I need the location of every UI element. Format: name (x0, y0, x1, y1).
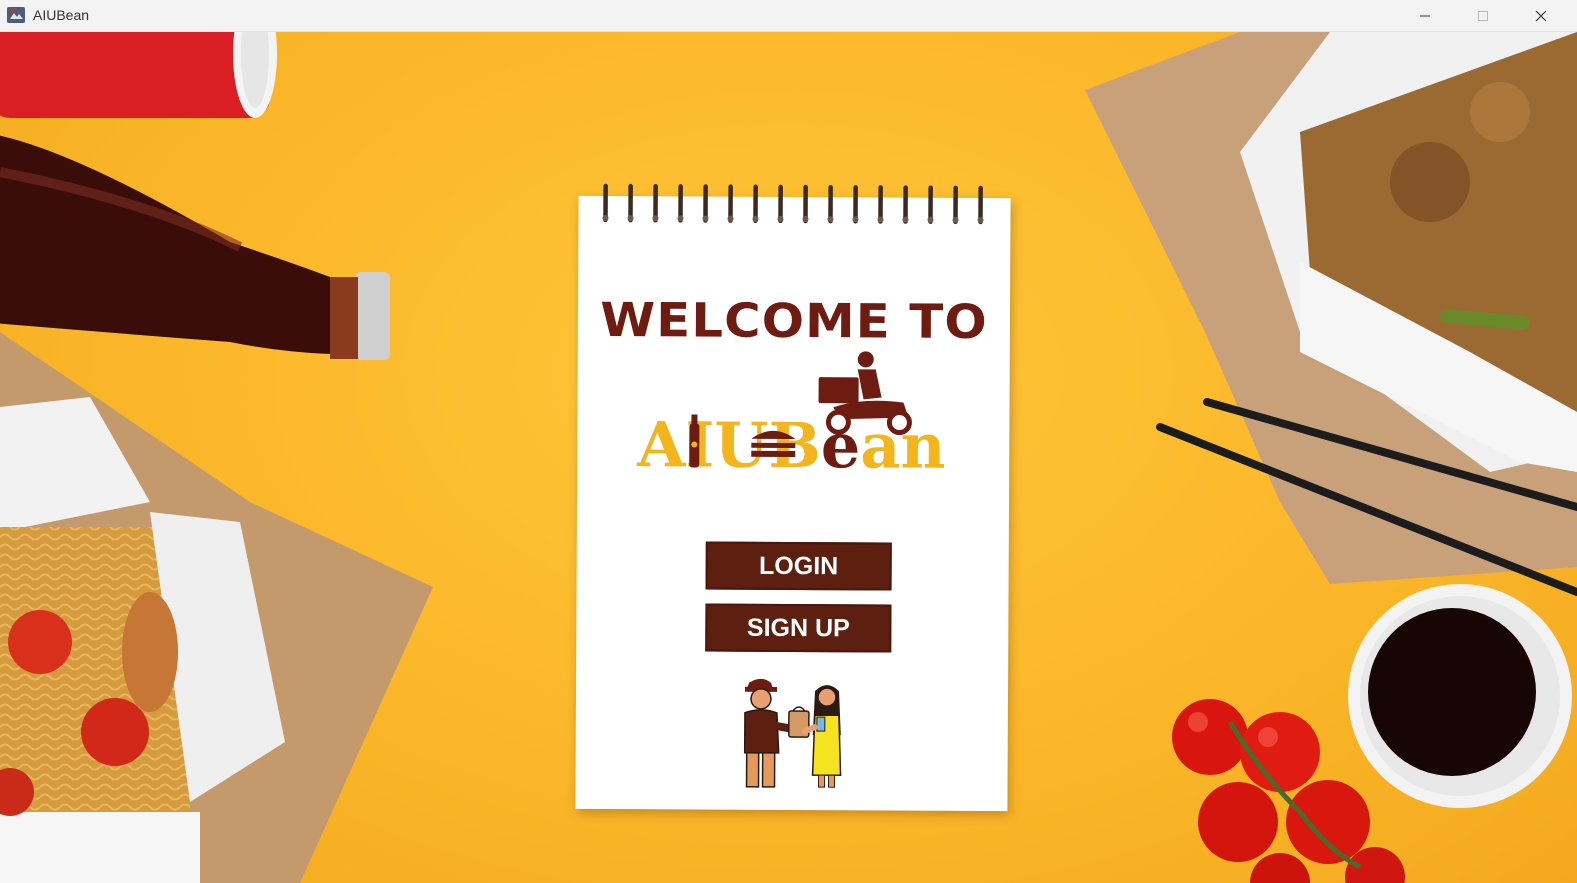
delivery-man (743, 678, 797, 788)
customer-woman (801, 685, 842, 788)
welcome-notepad: WELCOME TO AIUBean LOGIN SIGN UP (575, 183, 1011, 812)
maximize-icon (1478, 10, 1488, 21)
red-cup (0, 32, 277, 118)
window-title-bar: AIUBean (0, 0, 1577, 32)
close-button[interactable] (1512, 0, 1570, 31)
spiral-binding (602, 183, 984, 225)
maximize-button[interactable] (1454, 0, 1512, 31)
soy-sauce-bowl (1348, 584, 1572, 808)
minimize-icon (1420, 15, 1430, 16)
bottle (0, 135, 390, 360)
welcome-heading: WELCOME TO (600, 292, 988, 351)
login-button[interactable]: LOGIN (705, 541, 892, 591)
minimize-button[interactable] (1396, 0, 1454, 31)
app-icon (7, 7, 25, 23)
logo-text: AIUBean (636, 408, 946, 473)
close-icon (1535, 10, 1547, 21)
signup-button[interactable]: SIGN UP (705, 603, 892, 653)
delivery-handoff-illustration (743, 678, 842, 788)
background-food-scene: WELCOME TO AIUBean LOGIN SIGN UP (0, 32, 1577, 883)
aiubean-logo: AIUBean (636, 351, 946, 473)
window-title: AIUBean (33, 7, 90, 23)
